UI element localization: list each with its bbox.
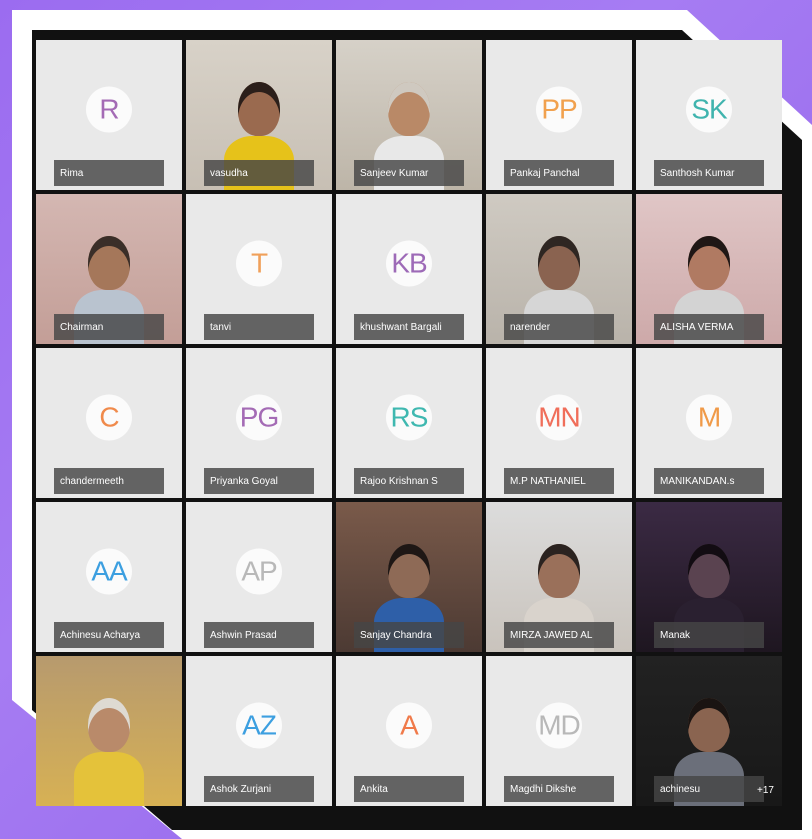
- participant-name: Santhosh Kumar: [654, 160, 764, 186]
- participant-name: Rajoo Krishnan S: [354, 468, 464, 494]
- participant-avatar: M: [686, 394, 732, 441]
- participant-tile[interactable]: narender: [486, 194, 632, 344]
- participant-avatar: AP: [236, 548, 282, 595]
- participant-tile[interactable]: PG Priyanka Goyal: [186, 348, 332, 498]
- participant-tile[interactable]: Chairman: [36, 194, 182, 344]
- participant-tile[interactable]: AP Ashwin Prasad: [186, 502, 332, 652]
- participant-avatar: KB: [386, 240, 432, 287]
- video-head: [388, 82, 430, 136]
- participant-video: [36, 656, 182, 806]
- participant-tile[interactable]: Manak: [636, 502, 782, 652]
- video-head: [538, 544, 580, 598]
- video-head: [688, 544, 730, 598]
- participant-tile[interactable]: MD Magdhi Dikshe: [486, 656, 632, 806]
- participant-avatar: RS: [386, 394, 432, 441]
- participant-tile[interactable]: PP Pankaj Panchal: [486, 40, 632, 190]
- participant-name: Magdhi Dikshe: [504, 776, 614, 802]
- participant-tile[interactable]: [36, 656, 182, 806]
- participant-name: Achinesu Acharya: [54, 622, 164, 648]
- participant-name: Ankita: [354, 776, 464, 802]
- participant-avatar: MD: [536, 702, 582, 749]
- participant-tile[interactable]: MIRZA JAWED AL: [486, 502, 632, 652]
- participant-grid: R Rima vasudha Sanjeev Kumar PP Pankaj Pancha…: [36, 40, 786, 806]
- participant-name: achinesu: [654, 776, 764, 802]
- participant-tile[interactable]: Ttanvi: [186, 194, 332, 344]
- participant-name: MANIKANDAN.s: [654, 468, 764, 494]
- participant-avatar: AA: [86, 548, 132, 595]
- participant-avatar: A: [386, 702, 432, 749]
- video-head: [88, 698, 130, 752]
- participant-tile[interactable]: Sanjay Chandra: [336, 502, 482, 652]
- participant-avatar: SK: [686, 86, 732, 133]
- participant-tile[interactable]: KB khushwant Bargali: [336, 194, 482, 344]
- participant-name: tanvi: [204, 314, 314, 340]
- participant-name: Sanjay Chandra: [354, 622, 464, 648]
- participant-name: Pankaj Panchal: [504, 160, 614, 186]
- participant-name: M.P NATHANIEL: [504, 468, 614, 494]
- participant-tile[interactable]: AA Achinesu Acharya: [36, 502, 182, 652]
- participant-avatar: PP: [536, 86, 582, 133]
- participant-name: Sanjeev Kumar: [354, 160, 464, 186]
- participant-name: Ashwin Prasad: [204, 622, 314, 648]
- participant-tile[interactable]: Sanjeev Kumar: [336, 40, 482, 190]
- participant-name: Manak: [654, 622, 764, 648]
- participant-tile[interactable]: R Rima: [36, 40, 182, 190]
- participant-tile[interactable]: A Ankita: [336, 656, 482, 806]
- participant-name: Priyanka Goyal: [204, 468, 314, 494]
- participant-name: Rima: [54, 160, 164, 186]
- participant-tile[interactable]: RS Rajoo Krishnan S: [336, 348, 482, 498]
- more-participants-count[interactable]: +17: [757, 785, 774, 796]
- video-head: [688, 698, 730, 752]
- participant-name: MIRZA JAWED AL: [504, 622, 614, 648]
- participant-avatar: R: [86, 86, 132, 133]
- participant-name: Ashok Zurjani: [204, 776, 314, 802]
- video-head: [538, 236, 580, 290]
- participant-avatar: T: [236, 240, 282, 287]
- video-head: [88, 236, 130, 290]
- participant-name: chandermeeth: [54, 468, 164, 494]
- video-head: [388, 544, 430, 598]
- participant-tile[interactable]: ALISHA VERMA: [636, 194, 782, 344]
- participant-tile[interactable]: SK Santhosh Kumar: [636, 40, 782, 190]
- participant-name: Chairman: [54, 314, 164, 340]
- participant-name: narender: [504, 314, 614, 340]
- video-torso: [74, 752, 144, 806]
- participant-tile[interactable]: MN M.P NATHANIEL: [486, 348, 632, 498]
- participant-avatar: PG: [236, 394, 282, 441]
- video-head: [238, 82, 280, 136]
- participant-avatar: MN: [536, 394, 582, 441]
- participant-avatar: C: [86, 394, 132, 441]
- participant-tile[interactable]: M MANIKANDAN.s: [636, 348, 782, 498]
- participant-tile[interactable]: achinesu +17: [636, 656, 782, 806]
- participant-name: khushwant Bargali: [354, 314, 464, 340]
- video-head: [688, 236, 730, 290]
- participant-tile[interactable]: AZ Ashok Zurjani: [186, 656, 332, 806]
- participant-avatar: AZ: [236, 702, 282, 749]
- participant-tile[interactable]: vasudha: [186, 40, 332, 190]
- participant-tile[interactable]: Cchandermeeth: [36, 348, 182, 498]
- participant-name: vasudha: [204, 160, 314, 186]
- participant-name: ALISHA VERMA: [654, 314, 764, 340]
